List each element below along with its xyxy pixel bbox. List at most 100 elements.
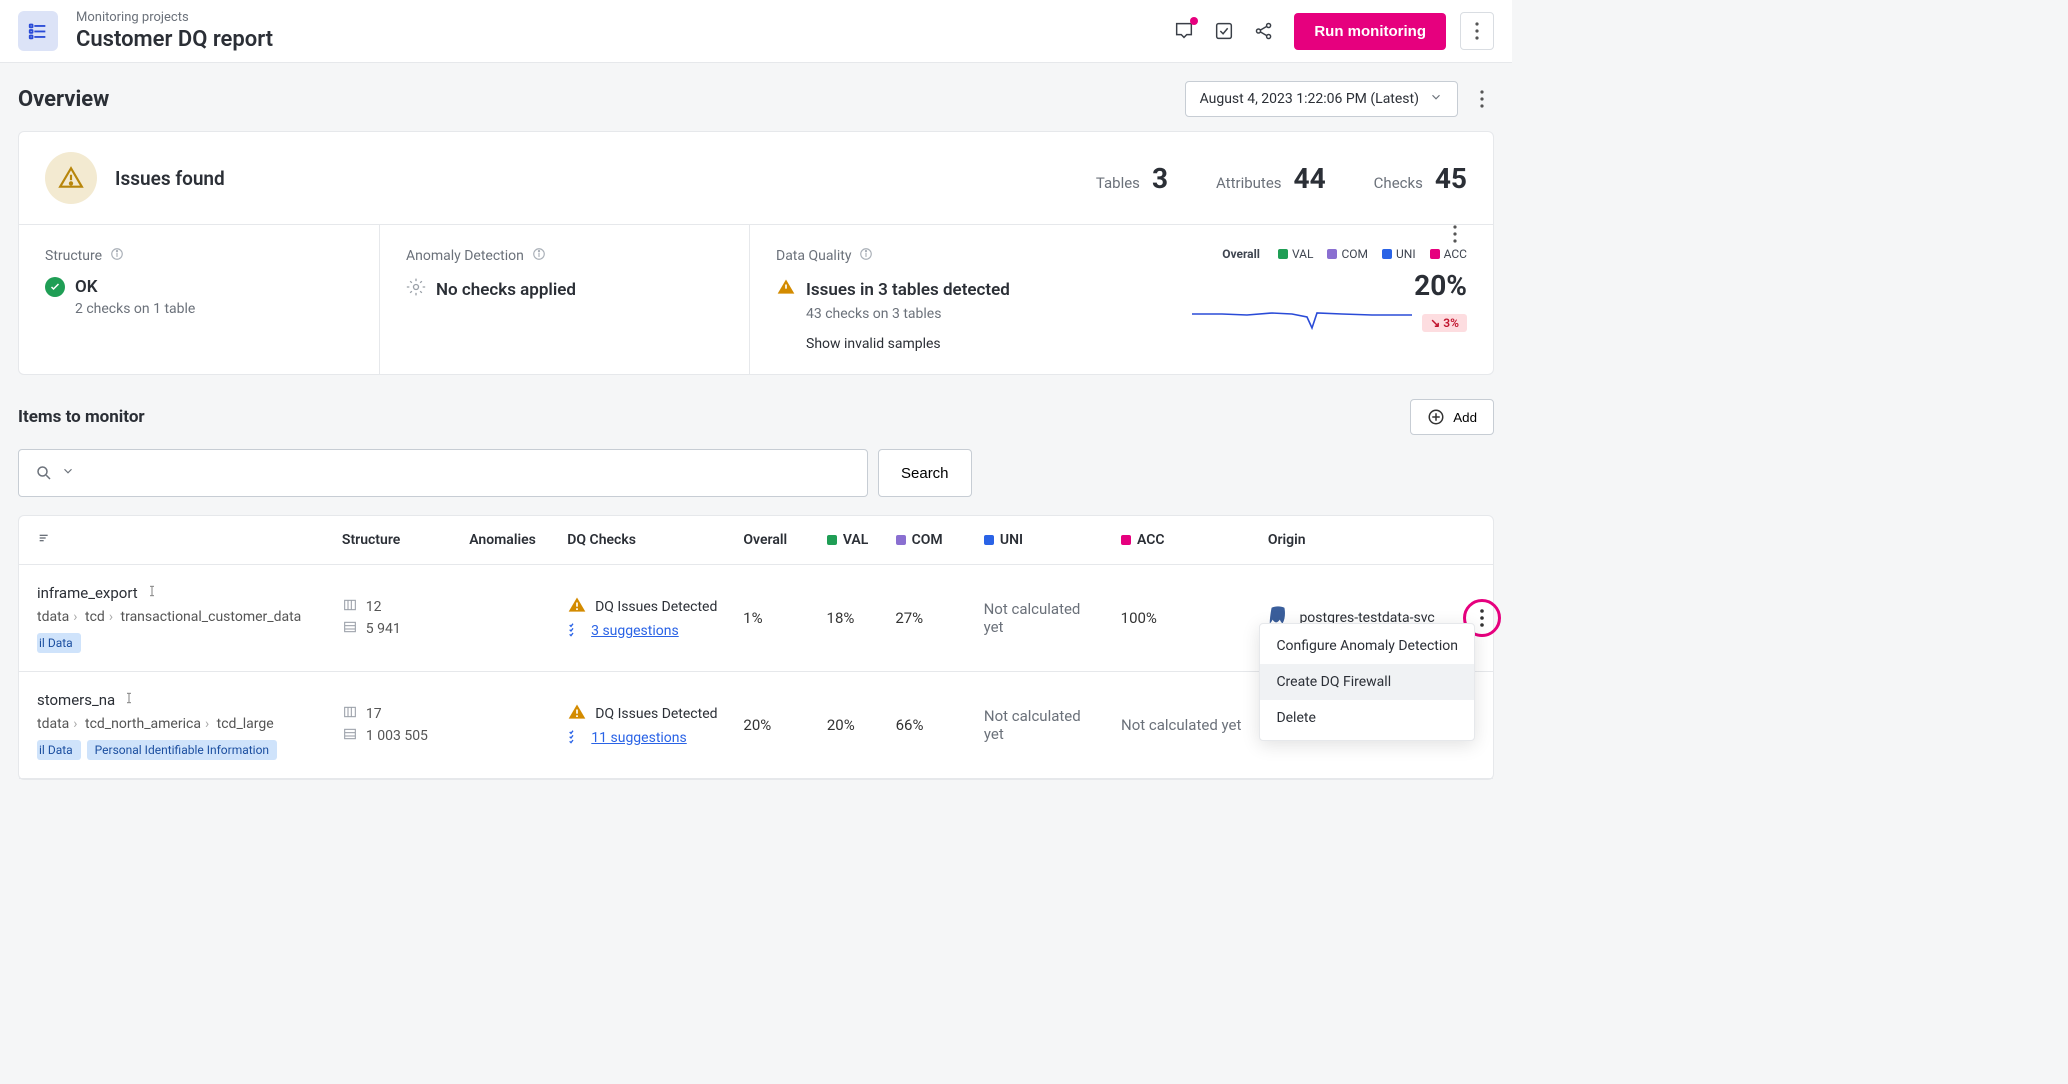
issues-found-label: Issues found bbox=[115, 167, 225, 190]
val-cell: 18% bbox=[817, 609, 886, 627]
structure-status: OK bbox=[75, 277, 98, 297]
trend-sparkline bbox=[1192, 302, 1412, 332]
comments-icon[interactable] bbox=[1172, 19, 1196, 43]
rows-icon bbox=[342, 619, 358, 639]
suggestions-link[interactable]: 11 suggestions bbox=[591, 730, 686, 746]
overall-percent: 20% bbox=[1192, 269, 1467, 302]
menu-configure-anomaly[interactable]: Configure Anomaly Detection bbox=[1260, 628, 1474, 664]
sort-icon[interactable] bbox=[37, 534, 53, 550]
gear-icon bbox=[406, 277, 426, 302]
search-input[interactable] bbox=[18, 449, 868, 497]
run-monitoring-button[interactable]: Run monitoring bbox=[1294, 13, 1446, 50]
delta-pill: ↘ 3% bbox=[1422, 314, 1467, 332]
checklist-icon bbox=[567, 728, 583, 748]
val-cell: 20% bbox=[817, 716, 886, 734]
columns-icon bbox=[342, 597, 358, 617]
tasks-icon[interactable] bbox=[1212, 19, 1236, 43]
overview-kebab[interactable] bbox=[1470, 90, 1494, 108]
anomaly-status: No checks applied bbox=[436, 280, 576, 300]
summary-card: Issues found Tables 3 Attributes 44 Chec… bbox=[18, 131, 1494, 375]
anomaly-title: Anomaly Detection bbox=[406, 248, 524, 264]
trend-kebab[interactable] bbox=[1443, 225, 1467, 243]
col-uni[interactable]: UNI bbox=[1000, 532, 1023, 548]
legend-com: COM bbox=[1341, 247, 1368, 261]
dq-status: Issues in 3 tables detected bbox=[806, 280, 1010, 300]
overall-legend-label: Overall bbox=[1222, 247, 1260, 261]
menu-create-firewall[interactable]: Create DQ Firewall bbox=[1260, 664, 1474, 700]
menu-delete[interactable]: Delete bbox=[1260, 700, 1474, 736]
share-icon[interactable] bbox=[1252, 19, 1276, 43]
col-structure[interactable]: Structure bbox=[332, 532, 459, 548]
col-origin[interactable]: Origin bbox=[1258, 532, 1454, 548]
com-cell: 66% bbox=[886, 716, 974, 734]
com-cell: 27% bbox=[885, 609, 973, 627]
overview-title: Overview bbox=[18, 87, 109, 112]
columns-icon bbox=[342, 704, 358, 724]
overall-cell: 1% bbox=[733, 609, 816, 627]
acc-cell: 100% bbox=[1111, 609, 1258, 627]
col-overall[interactable]: Overall bbox=[733, 532, 816, 548]
item-name[interactable]: inframe_export bbox=[37, 584, 138, 602]
dq-title: Data Quality bbox=[776, 248, 851, 264]
info-icon[interactable] bbox=[859, 247, 873, 265]
legend-acc: ACC bbox=[1444, 247, 1467, 261]
legend-val: VAL bbox=[1292, 247, 1314, 261]
add-label: Add bbox=[1453, 410, 1477, 425]
app-icon bbox=[18, 11, 58, 51]
rename-icon[interactable] bbox=[144, 583, 160, 603]
structure-panel: Structure OK 2 checks on 1 table bbox=[19, 225, 379, 374]
checks-count: 45 bbox=[1435, 162, 1467, 195]
item-name[interactable]: stomers_na bbox=[37, 691, 115, 709]
anomaly-panel: Anomaly Detection No checks applied bbox=[379, 225, 749, 374]
tag-chip[interactable]: il Data bbox=[37, 633, 81, 653]
top-more-button[interactable] bbox=[1460, 12, 1494, 50]
structure-title: Structure bbox=[45, 248, 102, 264]
trend-box: Overall VAL COM UNI ACC 20% ↘ 3% bbox=[1192, 247, 1467, 332]
suggestions-link[interactable]: 3 suggestions bbox=[591, 623, 679, 639]
page-title: Customer DQ report bbox=[76, 27, 273, 52]
tag-chip[interactable]: Personal Identifiable Information bbox=[87, 740, 277, 760]
warning-icon bbox=[567, 702, 587, 726]
col-anomalies[interactable]: Anomalies bbox=[459, 532, 557, 548]
info-icon[interactable] bbox=[532, 247, 546, 265]
checklist-icon bbox=[567, 621, 583, 641]
warning-icon bbox=[776, 277, 796, 302]
add-button[interactable]: Add bbox=[1410, 399, 1494, 435]
ok-icon bbox=[45, 277, 65, 297]
attributes-count: 44 bbox=[1294, 162, 1326, 195]
tables-label: Tables bbox=[1096, 174, 1140, 192]
structure-sub: 2 checks on 1 table bbox=[75, 301, 353, 317]
info-icon[interactable] bbox=[110, 247, 124, 265]
top-bar: Monitoring projects Customer DQ report R… bbox=[0, 0, 1512, 63]
breadcrumb[interactable]: Monitoring projects bbox=[76, 10, 273, 25]
dq-panel: Data Quality Issues in 3 tables detected… bbox=[749, 225, 1493, 374]
search-icon bbox=[35, 464, 53, 482]
warning-icon bbox=[567, 595, 587, 619]
warning-badge bbox=[45, 152, 97, 204]
table-row: inframe_export tdata› tcd› transactional… bbox=[19, 565, 1493, 672]
items-table: Structure Anomalies DQ Checks Overall VA… bbox=[18, 515, 1494, 780]
tag-chip[interactable]: il Data bbox=[37, 740, 81, 760]
tables-count: 3 bbox=[1152, 162, 1168, 195]
timestamp-label: August 4, 2023 1:22:06 PM (Latest) bbox=[1200, 91, 1419, 107]
legend-uni: UNI bbox=[1396, 247, 1416, 261]
col-dq[interactable]: DQ Checks bbox=[557, 532, 733, 548]
overall-cell: 20% bbox=[733, 716, 816, 734]
rename-icon[interactable] bbox=[121, 690, 137, 710]
checks-label: Checks bbox=[1374, 174, 1423, 192]
chevron-down-icon[interactable] bbox=[61, 464, 75, 482]
chevron-down-icon bbox=[1429, 90, 1443, 108]
timestamp-dropdown[interactable]: August 4, 2023 1:22:06 PM (Latest) bbox=[1185, 81, 1458, 117]
attributes-label: Attributes bbox=[1216, 174, 1282, 192]
uni-cell: Not calculated yet bbox=[974, 707, 1111, 743]
rows-icon bbox=[342, 726, 358, 746]
acc-cell: Not calculated yet bbox=[1111, 716, 1258, 734]
col-val[interactable]: VAL bbox=[843, 532, 869, 548]
show-invalid-link[interactable]: Show invalid samples bbox=[806, 336, 1467, 352]
search-button[interactable]: Search bbox=[878, 449, 972, 497]
col-acc[interactable]: ACC bbox=[1137, 532, 1165, 548]
items-title: Items to monitor bbox=[18, 407, 145, 427]
uni-cell: Not calculated yet bbox=[974, 600, 1111, 636]
col-com[interactable]: COM bbox=[912, 532, 943, 548]
row-actions-menu: Configure Anomaly Detection Create DQ Fi… bbox=[1259, 623, 1475, 741]
